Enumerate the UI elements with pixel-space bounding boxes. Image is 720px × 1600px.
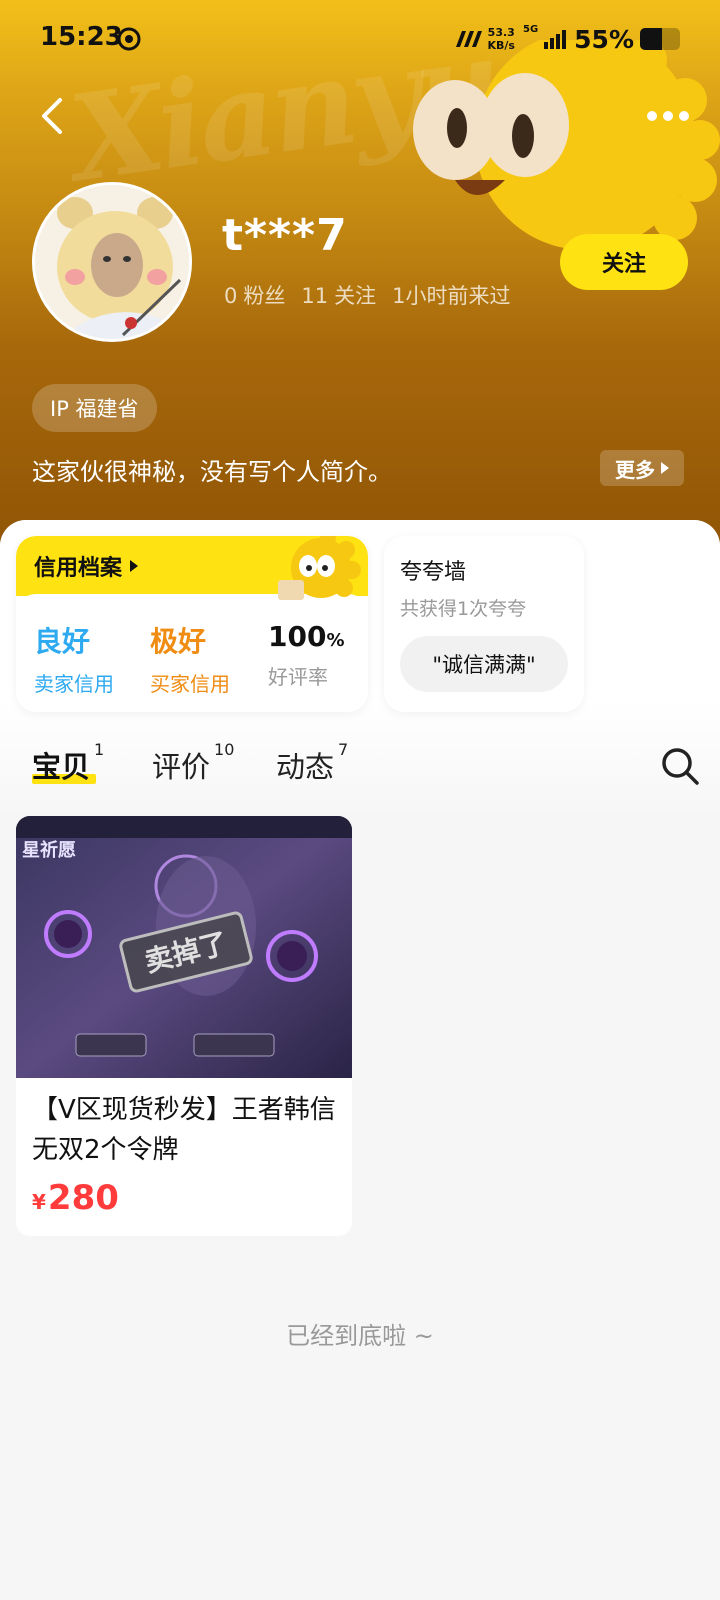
mascot-icon — [278, 536, 361, 600]
following-count: 11 — [301, 284, 329, 308]
product-title: 【V区现货秒发】王者韩信无双2个令牌 — [32, 1095, 336, 1165]
credit-profile-card[interactable]: 信用档案 良好 卖家信用 极好 买家信用 100% 好评率 — [16, 536, 368, 712]
positive-rate: 100% 好评率 — [268, 620, 345, 690]
tab-items-count: 1 — [94, 740, 105, 759]
profile-stats: 0 粉丝 11 关注 1小时前来过 — [224, 280, 510, 310]
price-currency: ¥ — [32, 1190, 46, 1214]
tab-reviews-label: 评价 — [152, 750, 211, 784]
following-stat[interactable]: 11 关注 — [301, 280, 376, 310]
signal-bars-icon — [544, 30, 567, 49]
tab-reviews-count: 10 — [214, 740, 235, 759]
target-icon — [117, 27, 141, 51]
positive-rate-unit: % — [326, 630, 345, 651]
buyer-credit-label: 买家信用 — [150, 672, 230, 696]
buyer-credit: 极好 买家信用 — [150, 620, 230, 697]
status-time: 15:23 — [40, 22, 123, 52]
positive-rate-label: 好评率 — [268, 665, 328, 689]
buyer-credit-value: 极好 — [150, 625, 207, 658]
avatar[interactable] — [32, 182, 192, 342]
network-speed-value: 53.3 — [487, 26, 515, 39]
status-bar: 15:23 53.3 KB/s 5G 55% — [0, 0, 720, 80]
praise-tag: "诚信满满" — [400, 636, 568, 692]
battery-level — [640, 28, 662, 50]
tab-posts[interactable]: 动态 7 — [276, 740, 348, 786]
main-content: 信用档案 良好 卖家信用 极好 买家信用 100% 好评率 夸夸墙 共获得1次夸… — [0, 520, 720, 1600]
product-image: 星祈愿 卖掉了 — [16, 816, 352, 1078]
fans-stat[interactable]: 0 粉丝 — [224, 280, 285, 310]
praise-wall-title: 夸夸墙 — [400, 560, 467, 585]
price-value: 280 — [47, 1178, 119, 1218]
end-of-list-text: 已经到底啦 ~ — [286, 1322, 434, 1350]
seller-credit-value: 良好 — [34, 625, 91, 658]
fans-count: 0 — [224, 284, 238, 308]
battery-percent: 55% — [574, 24, 634, 54]
search-icon[interactable] — [660, 746, 700, 786]
praise-wall-subtitle: 共获得1次夸夸 — [400, 598, 527, 620]
positive-rate-number: 100 — [268, 620, 327, 653]
product-card[interactable]: 星祈愿 卖掉了 【V区现货秒发】王者韩信无双2个令牌 ¥ 280 — [16, 816, 352, 1236]
tab-items[interactable]: 宝贝 1 — [32, 740, 104, 786]
bio-more-label: 更多 — [615, 457, 655, 482]
tab-reviews[interactable]: 评价 10 — [152, 740, 234, 786]
seller-credit-label: 卖家信用 — [34, 672, 114, 696]
positive-rate-value: 100% — [268, 620, 345, 653]
fans-label: 粉丝 — [243, 284, 286, 308]
username: t***7 — [222, 210, 348, 261]
bio-more-button[interactable]: 更多 — [600, 450, 684, 486]
product-price: ¥ 280 — [32, 1178, 119, 1218]
seller-credit: 良好 卖家信用 — [34, 620, 114, 697]
network-speed: 53.3 KB/s — [488, 26, 515, 52]
ip-location-badge: IP 福建省 — [32, 384, 157, 432]
product-image-caption: 星祈愿 — [22, 839, 76, 861]
content-tabs: 宝贝 1 评价 10 动态 7 — [0, 734, 720, 794]
tab-posts-label: 动态 — [276, 750, 335, 784]
more-options-icon[interactable] — [646, 96, 690, 136]
arrow-right-icon — [661, 462, 669, 474]
tab-posts-count: 7 — [338, 740, 349, 759]
network-speed-unit: KB/s — [487, 39, 515, 52]
back-button[interactable] — [34, 96, 74, 136]
avatar-image — [35, 185, 189, 339]
profile-header: Xianyu 15:23 53.3 KB/s 5G 55% t***7 0 粉丝… — [0, 0, 720, 560]
tab-items-label: 宝贝 — [32, 750, 91, 784]
praise-wall-card[interactable]: 夸夸墙 共获得1次夸夸 "诚信满满" — [384, 536, 584, 712]
hd-signal-icon — [455, 31, 482, 47]
profile-bio: 这家伙很神秘，没有写个人简介。 — [32, 458, 392, 486]
battery-icon — [640, 28, 680, 50]
following-label: 关注 — [334, 284, 377, 308]
last-active: 1小时前来过 — [392, 284, 511, 308]
credit-title-text: 信用档案 — [34, 556, 123, 581]
network-type: 5G — [522, 24, 539, 35]
follow-button[interactable]: 关注 — [560, 234, 688, 290]
credit-title: 信用档案 — [34, 550, 139, 582]
arrow-right-icon — [130, 560, 139, 572]
status-indicators: 53.3 KB/s 5G 55% — [452, 22, 680, 56]
